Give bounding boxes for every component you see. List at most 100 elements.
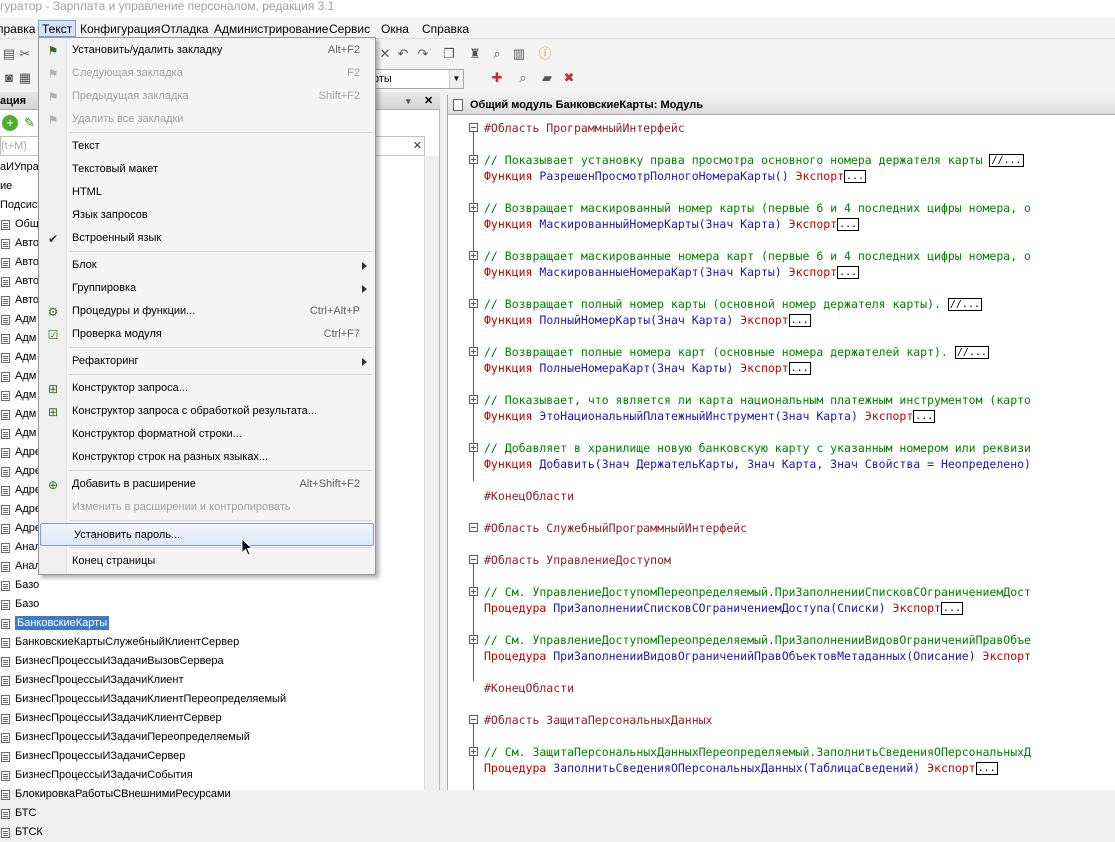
chevron-down-icon[interactable]: ▼ — [449, 70, 463, 88]
menu-configuration[interactable]: Конфигурация — [77, 21, 164, 38]
collapsed-block-button[interactable]: ... — [837, 218, 860, 231]
collapsed-block-button[interactable]: //... — [947, 298, 982, 311]
text-menu-item[interactable]: ⊞ Конструктор запроса с обработкой резуль… — [39, 400, 375, 423]
code-body[interactable]: #Область ПрограммныйИнтерфейс // Показыва… — [448, 116, 1115, 790]
close-panel-icon[interactable]: ✕ — [424, 92, 433, 110]
tree-item[interactable]: Адм — [0, 329, 36, 348]
tree-item[interactable]: БизнесПроцессыИЗадачиКлиентСервер — [0, 709, 222, 728]
tree-item[interactable]: Базо — [0, 576, 39, 595]
edit-icon[interactable]: ✎ — [24, 115, 35, 131]
text-menu-item[interactable]: HTML — [39, 181, 375, 204]
expand-fold-icon[interactable] — [469, 299, 478, 308]
collapsed-block-button[interactable]: //... — [954, 346, 989, 359]
tree-item[interactable]: Адм — [0, 310, 36, 329]
tree-item[interactable]: Адре — [0, 519, 41, 538]
text-menu-item[interactable]: ⊕ Добавить в расширение Alt+Shift+F2 — [39, 473, 375, 496]
text-menu-item[interactable]: Текстовый макет — [39, 158, 375, 181]
tree-item[interactable]: БТС — [0, 804, 36, 823]
wizard-icon[interactable]: ♜ — [466, 45, 484, 63]
collapse-fold-icon[interactable] — [469, 523, 478, 532]
close-icon[interactable]: ✕ — [376, 45, 394, 63]
text-menu-item[interactable]: ⚑ Установить/удалить закладку Alt+F2 — [39, 39, 375, 62]
text-menu-item[interactable]: Текст — [39, 135, 375, 158]
tree-item[interactable]: Авто — [0, 291, 39, 310]
tree-item[interactable]: Адм — [0, 348, 36, 367]
document-icon[interactable]: ▥ — [510, 45, 528, 63]
tree-item[interactable]: Авто — [0, 272, 39, 291]
add-icon[interactable]: + — [2, 115, 18, 131]
text-menu-item[interactable]: Конструктор строк на разных языках... — [39, 446, 375, 469]
tree-item[interactable]: БизнесПроцессыИЗадачиСервер — [0, 747, 185, 766]
collapsed-block-button[interactable]: ... — [788, 314, 811, 327]
collapsed-block-button[interactable]: ... — [788, 362, 811, 375]
text-menu-item[interactable]: Группировка — [39, 277, 375, 300]
text-menu-item[interactable]: ⚙ Процедуры и функции... Ctrl+Alt+P — [39, 300, 375, 323]
module-combo[interactable]: рты ▼ — [368, 69, 464, 89]
stamp-icon[interactable]: ▰ — [538, 69, 556, 87]
tree-item[interactable]: Адре — [0, 481, 41, 500]
collapsed-block-button[interactable]: ... — [975, 762, 998, 775]
grid-icon[interactable]: ▦ — [16, 69, 34, 87]
expand-fold-icon[interactable] — [469, 203, 478, 212]
pin-icon[interactable]: ▾ — [406, 92, 411, 110]
expand-fold-icon[interactable] — [469, 251, 478, 260]
collapse-fold-icon[interactable] — [469, 123, 478, 132]
expand-fold-icon[interactable] — [469, 587, 478, 596]
tree-scrollbar[interactable] — [424, 156, 439, 790]
delete-icon[interactable]: ✖ — [560, 69, 578, 87]
menu-service[interactable]: Сервис — [326, 21, 373, 38]
tree-item[interactable]: ие — [0, 177, 12, 196]
tree-item[interactable]: БизнесПроцессыИЗадачиКлиент — [0, 671, 183, 690]
text-menu-item[interactable]: Рефакторинг — [39, 350, 375, 373]
tree-item[interactable]: Подсист — [0, 196, 42, 215]
expand-fold-icon[interactable] — [469, 443, 478, 452]
collapse-fold-icon[interactable] — [469, 715, 478, 724]
text-menu-item[interactable]: ⊞ Конструктор запроса... — [39, 377, 375, 400]
tree-item[interactable]: Адм — [0, 424, 36, 443]
cut-icon[interactable]: ✂ — [16, 45, 34, 63]
add-bookmark-icon[interactable]: ✚ — [488, 69, 506, 87]
tree-item[interactable]: аИУпра — [0, 158, 39, 177]
search-icon[interactable]: ⌕ — [488, 45, 506, 63]
redo-icon[interactable]: ↷ — [414, 45, 432, 63]
text-menu-item[interactable]: Конструктор форматной строки... — [39, 423, 375, 446]
text-menu-item[interactable]: Установить пароль... — [40, 523, 374, 546]
menu-edit[interactable]: правка — [0, 21, 38, 38]
text-menu-item[interactable]: Язык запросов — [39, 204, 375, 227]
undo-icon[interactable]: ↶ — [394, 45, 412, 63]
tree-item[interactable]: Базо — [0, 595, 39, 614]
tree-item[interactable]: БанковскиеКартыСлужебныйКлиентСервер — [0, 633, 239, 652]
text-menu-item[interactable]: Блок — [39, 254, 375, 277]
editor-tab[interactable]: Общий модуль БанковскиеКарты: Модуль — [448, 95, 1115, 115]
tree-item[interactable]: БизнесПроцессыИЗадачиВызовСервера — [0, 652, 224, 671]
menu-help[interactable]: Справка — [419, 21, 472, 38]
tree-item[interactable]: Анал — [0, 538, 41, 557]
expand-fold-icon[interactable] — [469, 395, 478, 404]
collapsed-block-button[interactable]: ... — [913, 410, 936, 423]
collapsed-block-button[interactable]: ... — [844, 170, 867, 183]
collapse-fold-icon[interactable] — [469, 555, 478, 564]
collapsed-block-button[interactable]: ... — [837, 266, 860, 279]
menu-windows[interactable]: Окна — [378, 21, 412, 38]
menu-debug[interactable]: Отладка — [158, 21, 211, 38]
clear-search-icon[interactable]: ✕ — [413, 137, 422, 155]
expand-fold-icon[interactable] — [469, 155, 478, 164]
tree-item[interactable]: Адм — [0, 386, 36, 405]
tree-item[interactable]: Адм — [0, 405, 36, 424]
menu-text[interactable]: Текст — [38, 20, 77, 37]
menu-administration[interactable]: Администрирование — [211, 21, 331, 38]
collapsed-block-button[interactable]: //... — [989, 154, 1024, 167]
tree-item[interactable]: Адре — [0, 500, 41, 519]
tree-item[interactable]: Анал — [0, 557, 41, 576]
text-menu-item[interactable]: Конец страницы — [39, 550, 375, 573]
search-module-icon[interactable]: ⌕ — [514, 69, 532, 87]
tree-item[interactable]: БТСК — [0, 823, 43, 842]
expand-fold-icon[interactable] — [469, 635, 478, 644]
collapsed-block-button[interactable]: ... — [940, 602, 964, 615]
text-menu-item[interactable]: ☑ Проверка модуля Ctrl+F7 — [39, 323, 375, 346]
tree-item[interactable]: БизнесПроцессыИЗадачиПереопределяемый — [0, 728, 250, 747]
tree-item[interactable]: Адре — [0, 462, 41, 481]
expand-fold-icon[interactable] — [469, 747, 478, 756]
tree-item[interactable]: БизнесПроцессыИЗадачиКлиентПереопределяе… — [0, 690, 286, 709]
tree-item[interactable]: Адм — [0, 367, 36, 386]
